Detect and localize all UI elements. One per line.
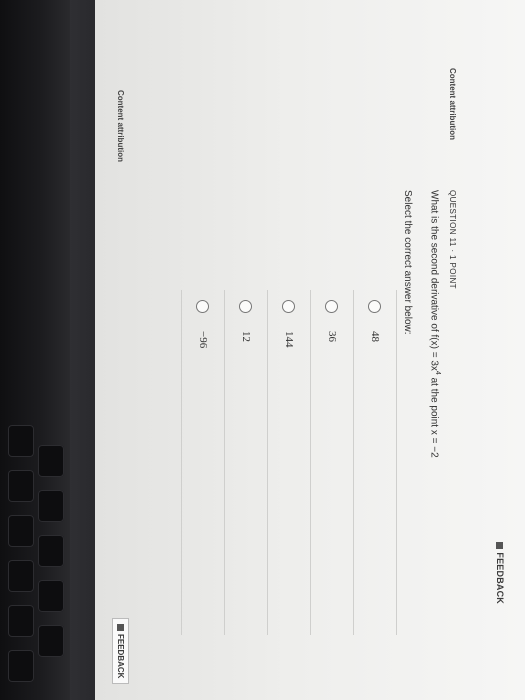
answer-instruction: Select the correct answer below: (402, 190, 413, 335)
keyboard-key (38, 625, 64, 657)
radio-button[interactable] (196, 300, 210, 313)
answer-option-5[interactable]: −96 (181, 290, 225, 635)
quiz-page: FEEDBACK Content attribution QUESTION 11… (95, 0, 525, 700)
answer-label: 36 (326, 331, 338, 342)
keyboard-key (8, 560, 34, 592)
keyboard-key (8, 650, 34, 682)
answer-option-1[interactable]: 48 (354, 290, 397, 635)
keyboard-key (38, 445, 64, 477)
answer-label: 144 (283, 331, 295, 348)
feedback-button-bottom[interactable]: FEEDBACK (112, 618, 129, 685)
answer-option-3[interactable]: 144 (268, 290, 311, 635)
feedback-icon (495, 542, 503, 550)
keyboard-key (8, 605, 34, 637)
question-text-suffix: at the point x = −2 (428, 374, 440, 458)
answer-list: 48 36 144 12 −96 (181, 290, 397, 635)
feedback-label: FEEDBACK (116, 634, 125, 679)
radio-button[interactable] (368, 300, 382, 313)
content-attribution-link[interactable]: Content attribution (448, 68, 457, 140)
question-header: QUESTION 11 · 1 POINT (448, 190, 457, 289)
question-text: What is the second derivative of f(x) = … (429, 190, 441, 458)
answer-option-4[interactable]: 12 (225, 290, 268, 635)
radio-button[interactable] (325, 300, 339, 313)
keyboard-key (38, 580, 64, 612)
keyboard-edge (0, 0, 70, 700)
answer-label: 48 (369, 331, 381, 342)
radio-button[interactable] (282, 300, 296, 313)
answer-option-2[interactable]: 36 (311, 290, 354, 635)
keyboard-key (8, 425, 34, 457)
answer-label: −96 (197, 331, 209, 349)
feedback-icon (116, 624, 124, 631)
content-attribution-link-bottom[interactable]: Content attribution (116, 90, 125, 162)
keyboard-key (38, 490, 64, 522)
feedback-label: FEEDBACK (495, 552, 505, 604)
keyboard-key (38, 535, 64, 567)
question-text-prefix: What is the second derivative of f(x) = … (428, 190, 440, 371)
radio-button[interactable] (239, 300, 253, 313)
answer-label: 12 (240, 331, 252, 342)
keyboard-key (8, 470, 34, 502)
feedback-button-top[interactable]: FEEDBACK (495, 542, 505, 604)
keyboard-key (8, 515, 34, 547)
